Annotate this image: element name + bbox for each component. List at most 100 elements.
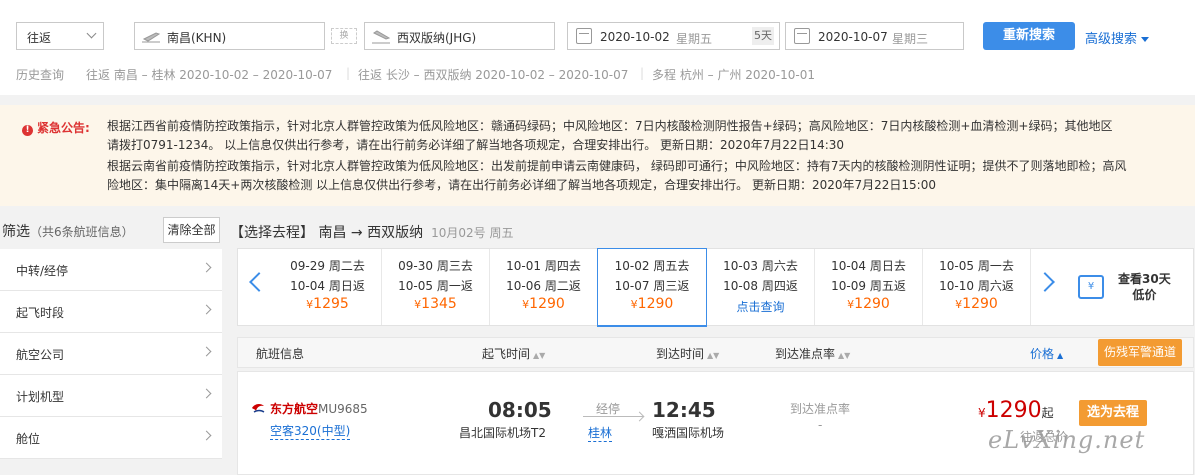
- flight-number: MU9685: [318, 402, 368, 416]
- route-title: 【选择去程】 南昌 → 西双版纳: [230, 225, 424, 241]
- notice-line: 根据江西省前疫情防控政策指示，针对北京人群管控政策为低风险地区：赣通码绿码；中风…: [107, 119, 1113, 133]
- depart-time: 08:05: [488, 398, 552, 422]
- notice-line: 根据云南省前疫情防控政策指示，针对北京人群管控政策为低风险地区：出发前提前申请云…: [107, 159, 1127, 173]
- date-option-return: 10-06 周二返: [506, 279, 581, 293]
- caret-down-icon: [1141, 37, 1150, 42]
- alert-icon: !: [22, 125, 33, 136]
- col-flight-info: 航班信息: [256, 347, 305, 361]
- date-option-price-value: 1290: [637, 296, 674, 312]
- filter-item-label: 舱位: [16, 432, 41, 446]
- calendar-icon: [576, 28, 592, 44]
- date-option[interactable]: 09-29 周二去 10-04 周日返 ¥1295: [274, 249, 382, 325]
- history-item[interactable]: 多程 杭州 – 广州 2020-10-01: [652, 66, 815, 83]
- sort-depart-time[interactable]: 起飞时间 ▲▼: [482, 345, 545, 362]
- flight-arrow: [583, 416, 643, 417]
- depart-airport: 昌北国际机场T2: [459, 426, 546, 440]
- sort-arrive-time[interactable]: 到达时间 ▲▼: [656, 345, 719, 362]
- date-option-price: ¥1295: [274, 296, 381, 312]
- date-option[interactable]: 10-04 周日去 10-09 周五返 ¥1290: [815, 249, 923, 325]
- landing-icon: [372, 30, 391, 44]
- next-arrow-icon[interactable]: [1035, 272, 1055, 292]
- date-option-return: 10-08 周四返: [723, 279, 798, 293]
- choose-outbound-button[interactable]: 选为去程: [1079, 400, 1147, 426]
- date-price-strip: 09-29 周二去 10-04 周日返 ¥1295 09-30 周三去 10-0…: [237, 248, 1194, 327]
- depart-date-input[interactable]: 2020-10-02 星期五: [567, 22, 780, 50]
- sort-icon: ▲▼: [707, 351, 720, 360]
- advanced-search-link[interactable]: 高级搜索: [1085, 28, 1150, 47]
- filter-item-departure-time[interactable]: 起飞时段: [0, 291, 222, 333]
- click-to-query-link[interactable]: 点击查询: [707, 298, 814, 315]
- view-30-days-label: 查看30天低价: [1118, 271, 1171, 303]
- price-suffix: 起: [1041, 406, 1054, 420]
- notice-title-text: 紧急公告:: [37, 121, 90, 135]
- ontime-value: -: [818, 418, 823, 432]
- date-option-return: 10-05 周一返: [398, 279, 473, 293]
- view-30-days-button[interactable]: ¥ 查看30天低价: [1068, 249, 1194, 325]
- filter-title: 筛选（共6条航班信息）: [2, 221, 134, 241]
- results-header: 航班信息 起飞时间 ▲▼ 到达时间 ▲▼ 到达准点率 ▲▼ 价格 ▲ 伤残军警通道: [237, 337, 1194, 368]
- filter-item-aircraft[interactable]: 计划机型: [0, 375, 222, 417]
- chevron-right-icon: [201, 388, 212, 399]
- sort-ontime-rate[interactable]: 到达准点率 ▲▼: [775, 345, 850, 362]
- sort-asc-icon: ▲: [1057, 351, 1064, 360]
- date-option[interactable]: 09-30 周三去 10-05 周一返 ¥1345: [382, 249, 490, 325]
- flight-price-value: 1290: [985, 398, 1042, 423]
- view-30-days-line1: 查看30天: [1118, 272, 1171, 286]
- to-city-input[interactable]: 西双版纳(JHG): [364, 22, 555, 50]
- from-city-input[interactable]: 南昌(KHN): [134, 22, 325, 50]
- calendar-price-icon: ¥: [1078, 275, 1104, 299]
- date-option-price-value: 1295: [313, 296, 349, 312]
- date-option-depart: 10-04 周日去: [831, 259, 906, 273]
- stop-label: 经停: [596, 402, 621, 416]
- watermark: eLvXing.net: [988, 426, 1146, 454]
- date-option-depart: 10-03 周六去: [723, 259, 798, 273]
- date-option-price-value: 1290: [962, 296, 998, 312]
- date-option-selected[interactable]: 10-02 周五去 10-07 周三返 ¥1290: [597, 248, 707, 327]
- swap-cities-button[interactable]: 换: [331, 28, 357, 44]
- swap-label: 换: [339, 31, 349, 41]
- col-depart-time: 起飞时间: [482, 347, 531, 361]
- date-option[interactable]: 10-05 周一去 10-10 周六返 ¥1290: [923, 249, 1031, 325]
- date-option-price: ¥1290: [815, 296, 922, 312]
- history-divider: |: [346, 66, 351, 80]
- history-item[interactable]: 往返 南昌 – 桂林 2020-10-02 – 2020-10-07: [86, 66, 332, 83]
- date-option-depart: 10-01 周四去: [506, 259, 581, 273]
- date-option-depart: 10-05 周一去: [939, 259, 1014, 273]
- history-item[interactable]: 往返 长沙 – 西双版纳 2020-10-02 – 2020-10-07: [358, 66, 628, 83]
- flight-price: ¥1290起: [978, 398, 1054, 423]
- date-option-price-value: 1345: [421, 296, 457, 312]
- filter-count: （共6条航班信息）: [30, 225, 134, 239]
- prev-arrow-icon[interactable]: [249, 272, 269, 292]
- date-option[interactable]: 10-01 周四去 10-06 周二返 ¥1290: [490, 249, 598, 325]
- filter-item-label: 起飞时段: [16, 306, 65, 320]
- view-30-days-line2: 低价: [1132, 288, 1157, 302]
- date-option-price-value: 1290: [854, 296, 890, 312]
- from-city-value: 南昌(KHN): [167, 31, 227, 45]
- advanced-search-label: 高级搜索: [1085, 32, 1138, 47]
- return-date-input[interactable]: 2020-10-07 星期三: [785, 22, 964, 50]
- stop-city-link[interactable]: 桂林: [588, 424, 613, 442]
- date-option-return: 10-09 周五返: [831, 279, 906, 293]
- clear-all-button[interactable]: 清除全部: [163, 217, 220, 243]
- aircraft-type-link[interactable]: 空客320(中型): [270, 422, 351, 440]
- date-option-depart: 09-30 周三去: [398, 259, 473, 273]
- research-button[interactable]: 重新搜索: [983, 22, 1075, 50]
- date-option-depart: 10-02 周五去: [614, 259, 690, 273]
- trip-type-select[interactable]: 往返: [16, 22, 104, 50]
- military-channel-button[interactable]: 伤残军警通道: [1098, 339, 1182, 366]
- filter-item-transfer[interactable]: 中转/经停: [0, 249, 222, 291]
- return-weekday: 星期三: [892, 32, 929, 46]
- notice-paragraph-jiangxi: 根据江西省前疫情防控政策指示，针对北京人群管控政策为低风险地区：赣通码绿码；中风…: [107, 117, 1157, 155]
- trip-days-badge: 5天: [752, 27, 774, 45]
- date-option-price: ¥1290: [598, 296, 706, 312]
- sort-icon: ▲▼: [533, 351, 546, 360]
- date-option-price: ¥1345: [382, 296, 489, 312]
- col-arrive-time: 到达时间: [656, 347, 705, 361]
- date-option[interactable]: 10-03 周六去 10-08 周四返 点击查询: [707, 249, 815, 325]
- sort-price[interactable]: 价格 ▲: [1030, 345, 1063, 362]
- filter-item-airline[interactable]: 航空公司: [0, 333, 222, 375]
- filter-item-cabin[interactable]: 舱位: [0, 417, 222, 459]
- notice-paragraph-yunnan: 根据云南省前疫情防控政策指示，针对北京人群管控政策为低风险地区：出发前提前申请云…: [107, 157, 1157, 195]
- depart-weekday: 星期五: [676, 32, 713, 46]
- filter-item-label: 计划机型: [16, 390, 65, 404]
